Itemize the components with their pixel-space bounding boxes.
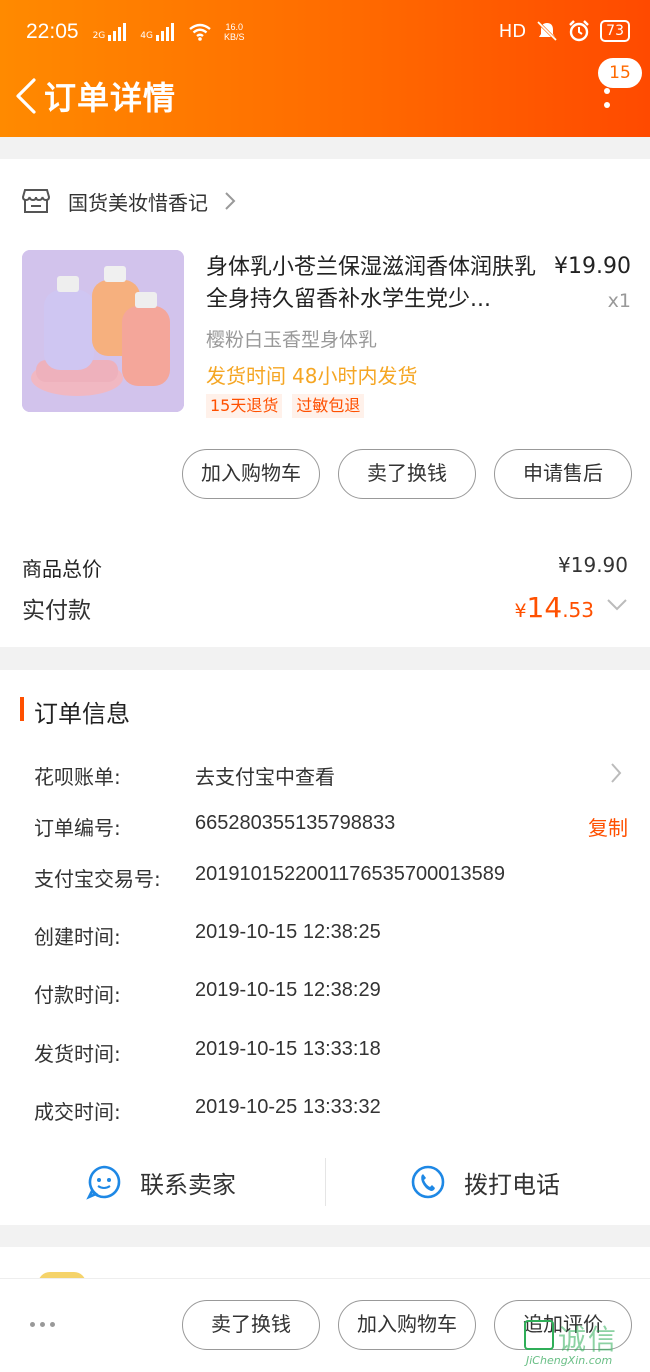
watermark-url: JiChengXin.com — [526, 1354, 613, 1367]
battery-icon: 73 — [600, 20, 630, 42]
shipped-time-value: 2019-10-15 13:33:18 — [195, 1038, 381, 1060]
back-arrow-icon[interactable] — [14, 78, 44, 114]
created-time-label: 创建时间: — [34, 925, 121, 949]
product-sku: 樱粉白玉香型身体乳 — [206, 329, 378, 351]
chat-icon — [86, 1165, 121, 1200]
watermark-logo: 诚信 JiChengXin.com — [524, 1318, 644, 1368]
shipped-time-label: 发货时间: — [34, 1042, 121, 1066]
mute-icon — [537, 20, 558, 42]
alipay-trade-value: 2019101522001176535700013589 — [195, 863, 505, 885]
shop-icon — [22, 189, 50, 213]
watermark-text: 诚信 — [558, 1323, 619, 1356]
more-actions-icon[interactable] — [30, 1322, 55, 1327]
status-time: 22:05 — [26, 20, 79, 43]
tag-allergy: 过敏包退 — [292, 394, 365, 418]
product-bottles-image — [22, 250, 184, 412]
paid-time-value: 2019-10-15 12:38:29 — [195, 979, 381, 1001]
contact-seller-button[interactable]: 联系卖家 — [86, 1160, 236, 1204]
product-title[interactable]: 身体乳小苍兰保湿滋润香体润肤乳全身持久留香补水学生党少... — [206, 252, 536, 316]
resell-button[interactable]: 卖了换钱 — [338, 449, 476, 499]
shop-link[interactable]: 国货美妆惜香记 — [22, 188, 236, 215]
product-price: ¥19.90 — [554, 254, 631, 279]
total-value: ¥19.90 — [558, 553, 628, 577]
product-image[interactable] — [22, 250, 184, 412]
huabei-label: 花呗账单: — [34, 765, 121, 789]
deal-time-value: 2019-10-25 13:33:32 — [195, 1096, 381, 1118]
chevron-right-icon — [611, 763, 622, 783]
watermark-icon — [524, 1320, 554, 1350]
phone-icon — [411, 1165, 445, 1199]
paid-amount: ¥14.53 — [514, 591, 594, 624]
app-header: 22:05 2G 4G 16.0 KB/S HD 73 订单详情 15 — [0, 0, 650, 137]
shipping-time: 发货时间 48小时内发货 — [206, 364, 418, 388]
call-phone-button[interactable]: 拨打电话 — [410, 1160, 560, 1204]
add-to-cart-button[interactable]: 加入购物车 — [182, 449, 320, 499]
total-label: 商品总价 — [22, 557, 102, 581]
network-speed: 16.0 KB/S — [223, 22, 245, 42]
section-accent-bar — [20, 697, 24, 721]
signal-1-icon: 2G — [93, 23, 127, 41]
created-time-value: 2019-10-15 12:38:25 — [195, 921, 381, 943]
order-info-title: 订单信息 — [34, 700, 130, 728]
resell-bottom-button[interactable]: 卖了换钱 — [182, 1300, 320, 1350]
contact-divider — [325, 1158, 326, 1206]
alipay-trade-label: 支付宝交易号: — [34, 867, 161, 891]
tag-return: 15天退货 — [206, 394, 283, 418]
order-number-value: 665280355135798833 — [195, 812, 396, 834]
copy-button[interactable]: 复制 — [588, 812, 628, 841]
product-tags: 15天退货 过敏包退 — [206, 394, 365, 418]
wifi-icon — [189, 23, 211, 41]
more-menu-icon[interactable] — [602, 88, 612, 110]
huabei-link[interactable]: 去支付宝中查看 — [195, 761, 335, 790]
page-title: 订单详情 — [44, 79, 177, 117]
status-bar: 22:05 2G 4G 16.0 KB/S HD 73 — [26, 18, 630, 50]
chevron-down-icon[interactable] — [606, 598, 628, 612]
call-phone-label: 拨打电话 — [464, 1170, 560, 1199]
after-sales-button[interactable]: 申请售后 — [494, 449, 632, 499]
product-quantity: x1 — [607, 290, 631, 312]
hd-indicator: HD — [498, 20, 527, 42]
network-type-2: 4G — [140, 31, 153, 41]
contact-seller-label: 联系卖家 — [140, 1170, 236, 1199]
order-number-label: 订单编号: — [34, 816, 121, 840]
paid-time-label: 付款时间: — [34, 983, 121, 1007]
alarm-icon — [569, 20, 590, 42]
message-count-badge[interactable]: 15 — [598, 58, 642, 88]
network-type-1: 2G — [92, 31, 106, 41]
chevron-right-icon — [225, 192, 236, 210]
signal-2-icon: 4G — [140, 23, 174, 41]
add-to-cart-bottom-button[interactable]: 加入购物车 — [338, 1300, 476, 1350]
deal-time-label: 成交时间: — [34, 1100, 121, 1124]
paid-label: 实付款 — [22, 598, 91, 624]
shop-name: 国货美妆惜香记 — [68, 190, 208, 215]
